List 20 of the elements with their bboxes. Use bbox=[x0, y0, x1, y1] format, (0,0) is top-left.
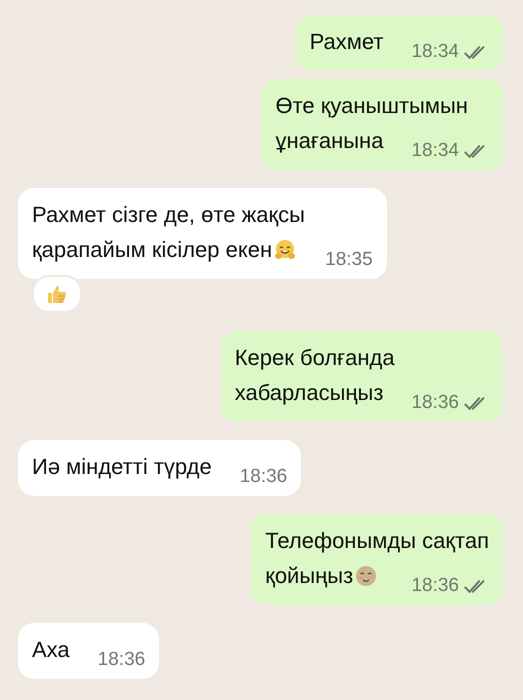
message-text: қойыңыз bbox=[265, 562, 354, 590]
message-text: Рахмет bbox=[310, 28, 384, 56]
message-text: Керек болғанда bbox=[234, 344, 395, 372]
message-time: 18:35 bbox=[325, 248, 373, 272]
message-text: Өте қуаныштымын bbox=[275, 92, 468, 120]
message-text: Телефонымды сақтап bbox=[265, 527, 489, 555]
message-time: 18:36 bbox=[411, 391, 459, 415]
message-text: ұнағанына bbox=[275, 127, 384, 155]
message-time: 18:34 bbox=[411, 40, 459, 64]
hugging-face-icon bbox=[273, 238, 298, 262]
message-time: 18:36 bbox=[98, 648, 146, 672]
message-time: 18:36 bbox=[411, 574, 459, 598]
message-text: Рахмет сізге де, өте жақсы bbox=[32, 201, 305, 229]
message-text: қарапайым кісілер екен bbox=[32, 236, 272, 264]
smiling-face-icon bbox=[354, 564, 378, 588]
message-text: хабарласыңыз bbox=[234, 379, 384, 407]
message-text: Иә міндетті түрде bbox=[32, 453, 212, 481]
message-time: 18:36 bbox=[240, 465, 288, 489]
message-time: 18:34 bbox=[411, 139, 459, 163]
message-text: Аха bbox=[32, 636, 70, 664]
